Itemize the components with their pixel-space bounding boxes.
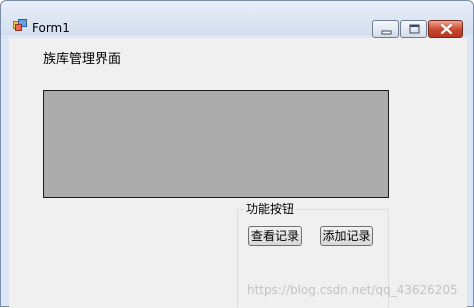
minimize-icon — [381, 30, 392, 35]
records-datagrid[interactable] — [43, 90, 389, 198]
view-records-button[interactable]: 查看记录 — [248, 226, 302, 246]
form-icon[interactable] — [13, 19, 27, 31]
title-bar[interactable]: Form1 — [1, 1, 473, 38]
groupbox-label: 功能按钮 — [244, 201, 297, 217]
window-title: Form1 — [32, 21, 70, 35]
maximize-icon — [409, 24, 420, 34]
maximize-button[interactable] — [400, 20, 427, 38]
form-client-area: 族库管理界面 功能按钮 查看记录 添加记录 — [9, 38, 467, 308]
form-window: Form1 族库管理界面 功能按钮 查看记录 添加记录 https://blog… — [0, 0, 474, 308]
minimize-button[interactable] — [372, 20, 399, 38]
close-icon — [440, 23, 453, 35]
add-record-button[interactable]: 添加记录 — [320, 226, 373, 246]
watermark-text: https://blog.csdn.net/qq_43626205 — [247, 283, 458, 297]
close-button[interactable] — [428, 20, 463, 38]
form-heading: 族库管理界面 — [43, 52, 122, 67]
